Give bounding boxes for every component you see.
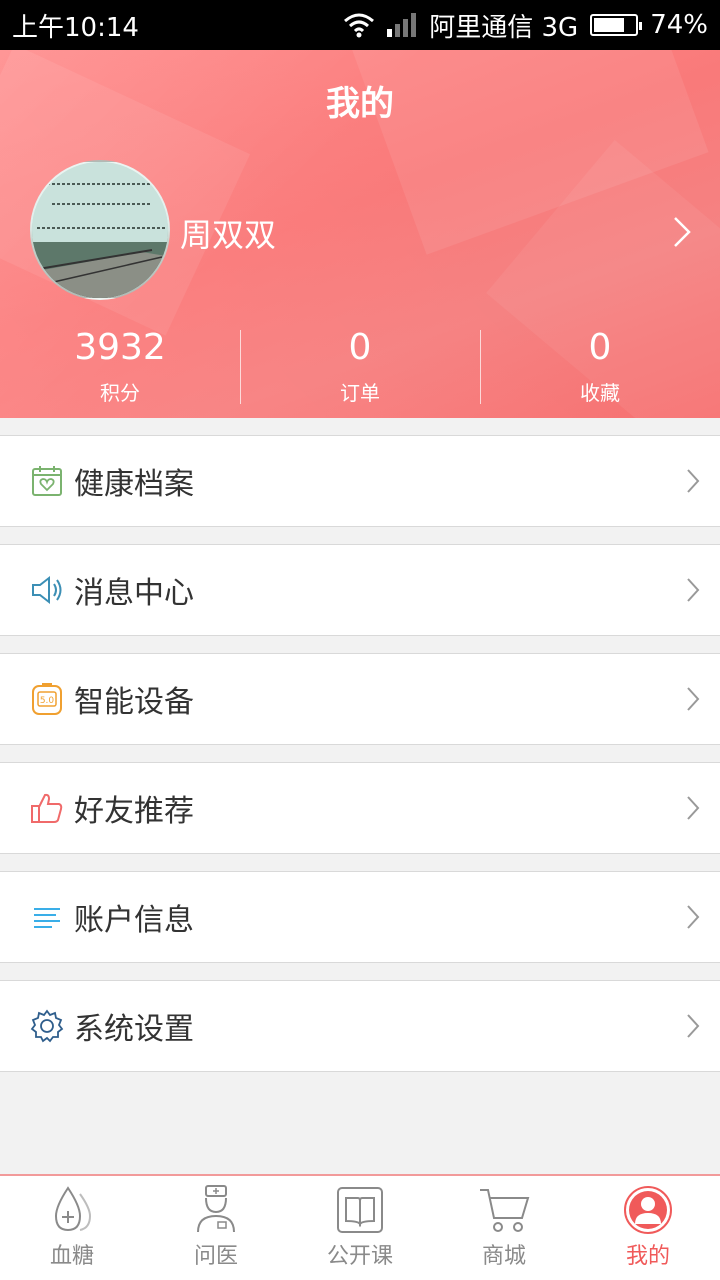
battery-fill: [594, 18, 624, 32]
doctor-icon: [190, 1184, 242, 1236]
menu-item-smart-device[interactable]: 5.0 智能设备: [0, 653, 720, 745]
stat-value: 0: [348, 327, 372, 368]
signal-icon: [387, 13, 417, 37]
menu-item-label: 消息中心: [74, 576, 194, 611]
battery-icon: [590, 14, 643, 36]
chevron-right-icon: [686, 468, 700, 494]
thumbs-up-icon: [30, 791, 64, 825]
carrier-label: 阿里通信 3G: [429, 12, 579, 43]
battery-percent: 74%: [650, 10, 708, 40]
menu-item-account-info[interactable]: 账户信息: [0, 871, 720, 963]
status-time: 上午10:14: [12, 12, 139, 43]
chevron-right-icon: [686, 577, 700, 603]
status-right: 阿里通信 3G 74%: [343, 7, 708, 44]
status-bar: 上午10:14 阿里通信 3G 74%: [0, 0, 720, 50]
stat-label: 积分: [100, 381, 140, 405]
svg-text:5.0: 5.0: [40, 696, 55, 706]
wifi-icon: [343, 12, 375, 38]
menu-item-system-settings[interactable]: 系统设置: [0, 980, 720, 1072]
menu-item-label: 智能设备: [74, 685, 194, 720]
stat-value: 0: [588, 327, 612, 368]
profile-header: 我的 周双双 3932 积分 0 订单 0 收藏: [0, 50, 720, 418]
gear-icon: [30, 1009, 64, 1043]
menu-item-label: 健康档案: [74, 467, 194, 502]
tab-open-course[interactable]: 公开课: [288, 1176, 432, 1280]
chevron-right-icon: [686, 1013, 700, 1039]
chevron-right-icon: [686, 795, 700, 821]
tab-mine[interactable]: 我的: [576, 1176, 720, 1280]
tab-ask-doctor[interactable]: 问医: [144, 1176, 288, 1280]
bottom-tab-bar: 血糖 问医 公开课 商城 我的: [0, 1174, 720, 1280]
avatar[interactable]: [30, 160, 170, 300]
page-title: 我的: [326, 84, 394, 124]
username[interactable]: 周双双: [180, 210, 276, 256]
tab-blood-sugar[interactable]: 血糖: [0, 1176, 144, 1280]
cart-icon: [478, 1184, 530, 1236]
stats-row: 3932 积分 0 订单 0 收藏: [0, 325, 720, 415]
person-icon: [622, 1184, 674, 1236]
tab-label: 我的: [625, 1244, 670, 1269]
device-icon: 5.0: [30, 682, 64, 716]
tab-label: 血糖: [49, 1244, 94, 1269]
tab-label: 商城: [481, 1244, 526, 1269]
menu-item-message-center[interactable]: 消息中心: [0, 544, 720, 636]
stat-orders[interactable]: 0 订单: [240, 325, 480, 415]
tab-label: 问医: [193, 1244, 238, 1269]
menu-item-health-record[interactable]: 健康档案: [0, 435, 720, 527]
chevron-right-icon[interactable]: [672, 215, 692, 249]
stat-label: 收藏: [580, 381, 620, 405]
book-icon: [334, 1184, 386, 1236]
menu-item-friend-recommend[interactable]: 好友推荐: [0, 762, 720, 854]
stat-points[interactable]: 3932 积分: [0, 325, 240, 415]
health-record-icon: [30, 464, 64, 498]
stat-value: 3932: [74, 327, 166, 368]
menu-item-label: 账户信息: [74, 903, 194, 938]
menu-item-label: 好友推荐: [74, 794, 194, 829]
list-icon: [30, 900, 64, 934]
stat-favorites[interactable]: 0 收藏: [480, 325, 720, 415]
menu-item-label: 系统设置: [74, 1012, 194, 1047]
chevron-right-icon: [686, 904, 700, 930]
chevron-right-icon: [686, 686, 700, 712]
blood-drop-icon: [46, 1184, 98, 1236]
speaker-icon: [30, 573, 64, 607]
tab-label: 公开课: [326, 1244, 393, 1269]
tab-mall[interactable]: 商城: [432, 1176, 576, 1280]
stat-label: 订单: [340, 381, 380, 405]
menu-list: 健康档案 消息中心 5.0 智能设备 好友推荐 账户信息 系统设置: [0, 435, 720, 1089]
